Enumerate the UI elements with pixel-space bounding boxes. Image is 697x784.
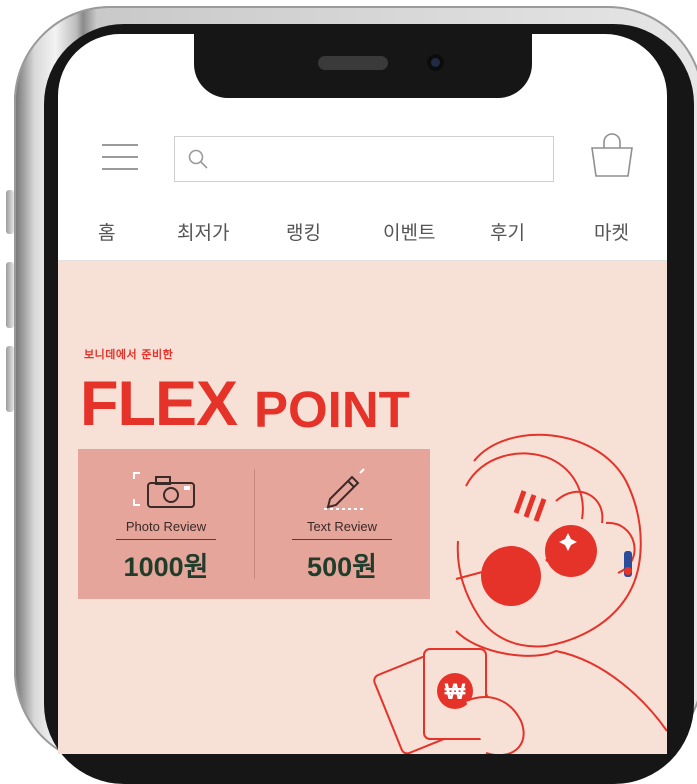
banner-title-flex: FLEX: [80, 369, 238, 439]
reward-label: Photo Review: [125, 519, 207, 534]
svg-text:₩: ₩: [445, 679, 466, 704]
cart-button[interactable]: [588, 130, 636, 182]
search-bar[interactable]: [174, 136, 554, 183]
phone-volume-up: [6, 262, 14, 328]
shopping-bag-icon: [591, 133, 633, 177]
search-input[interactable]: [215, 137, 549, 183]
phone-notch: [194, 34, 532, 98]
front-camera: [427, 54, 444, 71]
nav-item-event[interactable]: 이벤트: [383, 218, 435, 245]
camera-icon: [133, 472, 195, 508]
nav-item-home[interactable]: 홈: [98, 218, 115, 245]
menu-icon-bar: [102, 168, 138, 170]
nav-item-lowest-price[interactable]: 최저가: [177, 218, 229, 245]
reward-amount: 1000원: [123, 552, 209, 582]
flex-point-banner[interactable]: 보니데에서 준비한 FLEX POINT Photo Review 1000원: [58, 261, 667, 754]
banner-kicker: 보니데에서 준비한: [84, 348, 174, 361]
menu-icon: [102, 144, 138, 146]
phone-volume-down: [6, 346, 14, 412]
reward-photo-review: Photo Review 1000원: [78, 449, 254, 599]
reward-underline: [116, 539, 216, 540]
speaker-grille: [318, 56, 388, 70]
nav-item-ranking[interactable]: 랭킹: [286, 218, 321, 245]
menu-icon-bar: [102, 156, 138, 158]
phone-side-button: [6, 190, 14, 234]
nav-item-market[interactable]: 마켓: [594, 218, 629, 245]
phone-screen: 홈 최저가 랭킹 이벤트 후기 마켓 보니데에서 준비한 FLEX POINT …: [58, 34, 667, 754]
category-nav: 홈 최저가 랭킹 이벤트 후기 마켓: [58, 204, 667, 261]
nav-item-reviews[interactable]: 후기: [490, 218, 525, 245]
search-icon: [188, 149, 208, 169]
menu-button[interactable]: [102, 142, 138, 172]
character-illustration: ₩: [373, 433, 667, 754]
